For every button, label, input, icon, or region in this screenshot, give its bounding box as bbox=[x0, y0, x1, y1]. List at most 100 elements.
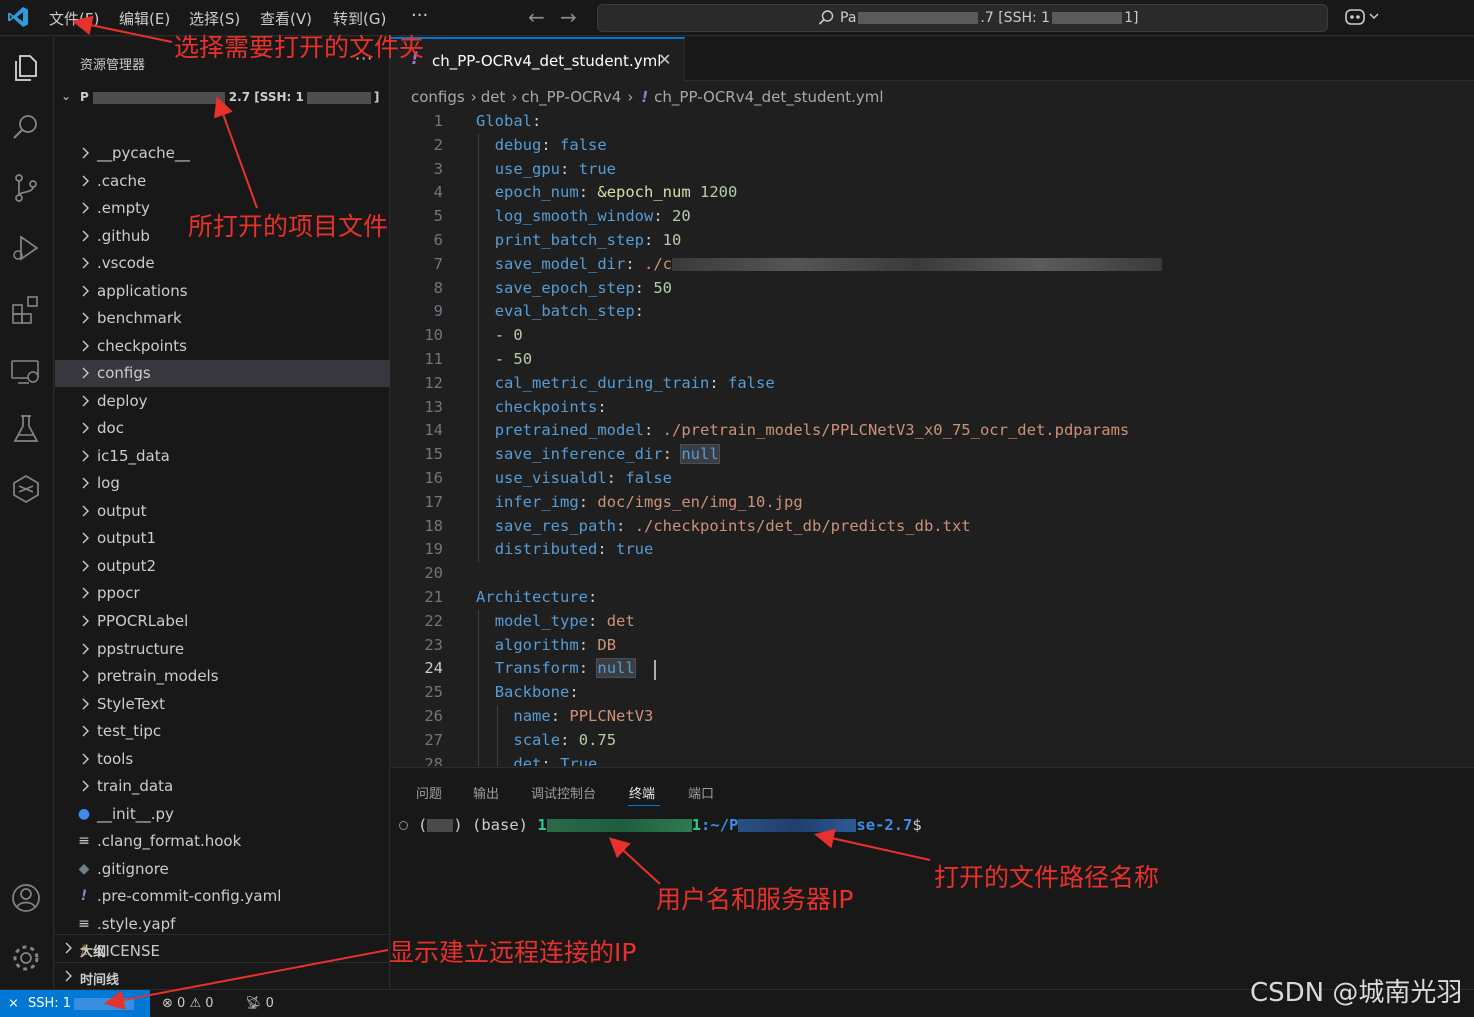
tree-item[interactable]: applications bbox=[55, 278, 390, 305]
tab-debug-console[interactable]: 调试控制台 bbox=[531, 783, 596, 802]
run-debug-icon[interactable] bbox=[9, 231, 43, 265]
tree-item[interactable]: ≡ .clang_format.hook bbox=[55, 828, 390, 855]
yaml-key: Backbone bbox=[494, 683, 570, 701]
code-line: 7 save_model_dir: ./c bbox=[391, 253, 1474, 277]
tree-item[interactable]: train_data bbox=[55, 773, 390, 800]
yaml-sep: : bbox=[569, 683, 579, 701]
tree-item[interactable]: ● __init__.py bbox=[55, 801, 390, 828]
tree-item-label: .cache bbox=[97, 172, 147, 190]
tree-item[interactable]: configs bbox=[55, 360, 390, 387]
tree-item[interactable]: .cache bbox=[55, 168, 390, 195]
tree-item[interactable]: ppocr bbox=[55, 580, 390, 607]
ports-status[interactable]: 📡︎ 0 bbox=[245, 996, 274, 1011]
code-line: 9 eval_batch_step: bbox=[391, 300, 1474, 324]
outline-section[interactable]: 大纲 bbox=[55, 934, 390, 961]
tab-ch-ppocrv4-det-student[interactable]: ! ch_PP-OCRv4_det_student.yml ✕ bbox=[391, 37, 685, 81]
tree-item[interactable]: deploy bbox=[55, 388, 390, 415]
tree-item[interactable]: output2 bbox=[55, 553, 390, 580]
tree-item[interactable]: PPOCRLabel bbox=[55, 608, 390, 635]
chevron-right-icon bbox=[82, 312, 89, 324]
code-editor[interactable]: 1 Global: 2 debug: false 3 use_gpu: true 4 epoc… bbox=[391, 110, 1474, 766]
line-number: 3 bbox=[433, 160, 443, 178]
tree-item-label: pretrain_models bbox=[97, 667, 219, 685]
menu-more[interactable]: ··· bbox=[411, 5, 428, 26]
line-number: 14 bbox=[424, 421, 443, 439]
tree-item[interactable]: ◆ .gitignore bbox=[55, 856, 390, 883]
tab-terminal[interactable]: 终端 bbox=[629, 783, 655, 802]
breadcrumb-file[interactable]: ch_PP-OCRv4_det_student.yml bbox=[654, 88, 883, 106]
chevron-right-icon bbox=[82, 725, 89, 737]
tab-output[interactable]: 输出 bbox=[473, 783, 499, 802]
menu-edit[interactable]: 编辑(E) bbox=[119, 8, 170, 29]
breadcrumb-ppocrv4[interactable]: ch_PP-OCRv4 bbox=[521, 88, 621, 106]
testing-flask-icon[interactable] bbox=[9, 412, 43, 446]
chevron-right-icon bbox=[82, 340, 89, 352]
command-center-search[interactable]: Pa .7 [SSH: 1 1] bbox=[597, 4, 1328, 32]
copilot-icon[interactable] bbox=[1344, 6, 1384, 28]
yaml-sep: : bbox=[578, 659, 598, 677]
code-line: 21 Architecture: bbox=[391, 586, 1474, 610]
line-number: 17 bbox=[424, 493, 443, 511]
copilot-extension-icon[interactable] bbox=[9, 472, 43, 506]
tree-item[interactable]: pretrain_models bbox=[55, 663, 390, 690]
accounts-icon[interactable] bbox=[9, 881, 43, 915]
forward-arrow-icon[interactable]: → bbox=[560, 5, 577, 29]
yaml-key: scale bbox=[513, 731, 561, 749]
breadcrumb-det[interactable]: det bbox=[481, 88, 506, 106]
terminal-prompt-line[interactable]: () (base) 1 1:~/P se-2.7$ bbox=[399, 816, 922, 834]
tree-item[interactable]: .vscode bbox=[55, 250, 390, 277]
yaml-value: doc/imgs_en/img_10.jpg bbox=[597, 493, 803, 511]
code-line: 4 epoch_num: &epoch_num 1200 bbox=[391, 181, 1474, 205]
search-icon[interactable] bbox=[9, 110, 43, 144]
code-line: 23 algorithm: DB bbox=[391, 634, 1474, 658]
breadcrumb-configs[interactable]: configs bbox=[411, 88, 465, 106]
workspace-root[interactable]: ⌄ P 2.7 [SSH: 1] bbox=[55, 87, 390, 109]
line-number: 1 bbox=[433, 112, 443, 130]
tab-problems[interactable]: 问题 bbox=[416, 783, 442, 802]
tree-item[interactable]: doc bbox=[55, 415, 390, 442]
problems-status[interactable]: ⊗ 0 ⚠ 0 bbox=[162, 996, 214, 1011]
menu-file[interactable]: 文件(F) bbox=[49, 8, 99, 29]
explorer-files-icon[interactable] bbox=[9, 51, 43, 85]
tree-item-label: StyleText bbox=[97, 695, 166, 713]
source-control-icon[interactable] bbox=[9, 171, 43, 205]
tree-item[interactable]: ic15_data bbox=[55, 443, 390, 470]
tree-item-label: log bbox=[97, 474, 120, 492]
tree-item[interactable]: checkpoints bbox=[55, 333, 390, 360]
menu-selection[interactable]: 选择(S) bbox=[189, 8, 240, 29]
chevron-right-icon bbox=[82, 532, 89, 544]
remote-indicator[interactable]: ⨯ SSH: 1 bbox=[0, 990, 150, 1017]
yaml-key: Global bbox=[476, 112, 532, 130]
tree-item[interactable]: test_tipc bbox=[55, 718, 390, 745]
tree-item[interactable]: tools bbox=[55, 746, 390, 773]
yaml-value: det bbox=[606, 612, 635, 630]
command-center-end: 1] bbox=[1124, 10, 1139, 26]
extensions-icon[interactable] bbox=[9, 293, 43, 327]
tree-item[interactable]: ! .pre-commit-config.yaml bbox=[55, 883, 390, 910]
yaml-sep: : bbox=[597, 398, 607, 416]
menu-goto[interactable]: 转到(G) bbox=[333, 8, 386, 29]
timeline-section[interactable]: 时间线 bbox=[55, 962, 390, 989]
tab-ports[interactable]: 端口 bbox=[688, 783, 714, 802]
remote-connection-icon: ⨯ bbox=[8, 996, 19, 1011]
env-open: ( bbox=[418, 816, 428, 834]
tree-item[interactable]: StyleText bbox=[55, 691, 390, 718]
settings-gear-icon[interactable] bbox=[9, 941, 43, 975]
tree-item[interactable]: output bbox=[55, 498, 390, 525]
back-arrow-icon[interactable]: ← bbox=[528, 5, 545, 29]
chevron-right-icon bbox=[82, 587, 89, 599]
tree-item[interactable]: ppstructure bbox=[55, 636, 390, 663]
path-start: :~/P bbox=[701, 816, 739, 834]
yaml-value: 0 bbox=[513, 326, 523, 344]
yaml-value: true bbox=[578, 160, 617, 178]
chevron-down-icon: ⌄ bbox=[61, 89, 72, 103]
tree-item[interactable]: __pycache__ bbox=[55, 140, 390, 167]
tree-item[interactable]: log bbox=[55, 470, 390, 497]
tree-item[interactable]: output1 bbox=[55, 525, 390, 552]
code-line: 16 use_visualdl: false bbox=[391, 467, 1474, 491]
remote-explorer-icon[interactable] bbox=[9, 355, 43, 389]
close-icon[interactable]: ✕ bbox=[658, 50, 671, 69]
tree-item[interactable]: benchmark bbox=[55, 305, 390, 332]
menu-view[interactable]: 查看(V) bbox=[260, 8, 312, 29]
yaml-key: Architecture bbox=[476, 588, 588, 606]
